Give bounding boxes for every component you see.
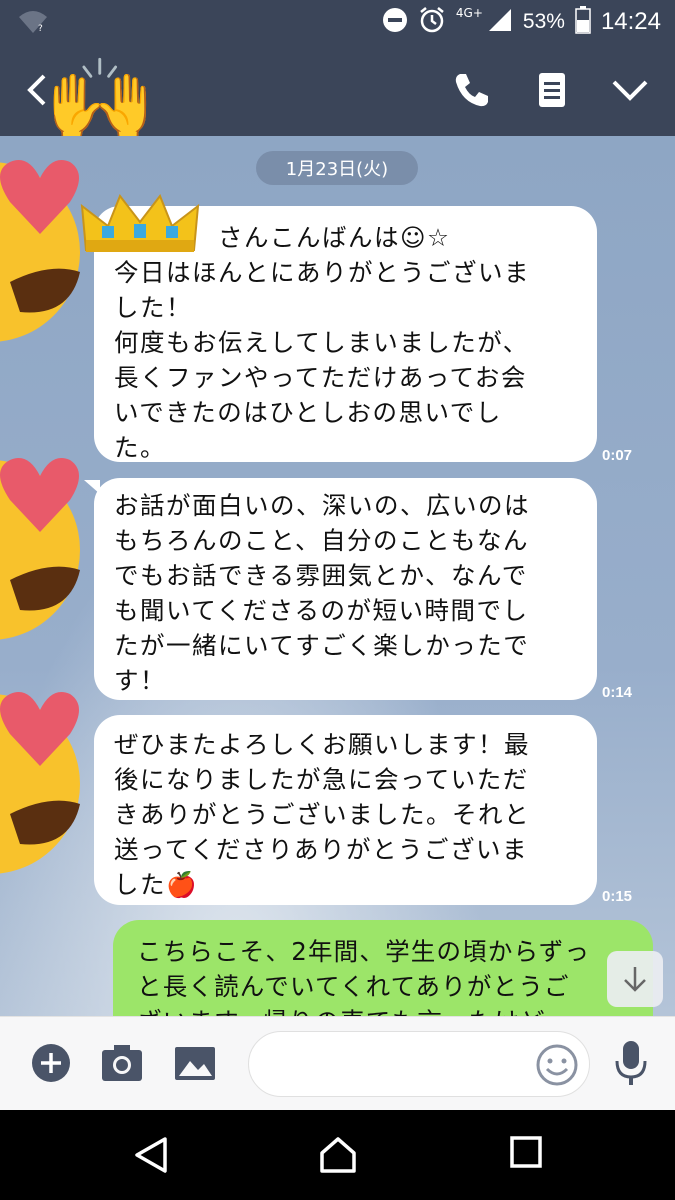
camera-icon[interactable] xyxy=(101,1043,143,1087)
signal-icon xyxy=(487,7,513,37)
microphone-icon[interactable] xyxy=(614,1039,648,1091)
emoji-icon[interactable] xyxy=(535,1043,579,1091)
crown-sticker xyxy=(80,188,200,258)
wifi-icon: ? xyxy=(18,0,48,44)
network-label: 4G+ xyxy=(455,6,483,20)
battery-icon xyxy=(575,6,591,38)
notes-icon[interactable] xyxy=(532,70,572,110)
image-icon[interactable] xyxy=(174,1043,216,1087)
message-text: お話が面白いの、深いの、広いのは もちろんのこと、自分のこともなん でもお話でき… xyxy=(114,491,530,695)
chat-area[interactable]: 1月23日(火) さんこんばんは☺☆ 今日はほんとにありがとうございま した！ … xyxy=(0,136,675,1016)
scroll-down-button[interactable] xyxy=(607,951,663,1007)
message-time: 0:07 xyxy=(602,447,633,464)
received-message-bubble[interactable]: ぜひまたよろしくお願いします！最 後になりましたが急に会っていただ きありがとう… xyxy=(94,715,597,905)
add-icon[interactable] xyxy=(31,1043,71,1087)
message-time: 0:15 xyxy=(602,888,633,905)
chat-header: 🙌 xyxy=(0,44,675,156)
home-icon[interactable] xyxy=(318,1135,358,1179)
message-time: 0:14 xyxy=(602,684,633,701)
heart-eyes-emoji-avatar[interactable] xyxy=(0,142,80,352)
alarm-icon xyxy=(418,6,446,38)
sent-message-bubble[interactable]: こちらこそ、2年間、学生の頃からずっ と長く読んでいてくれてありがとうご ざいま… xyxy=(113,920,653,1016)
message-input-bar xyxy=(0,1016,675,1111)
date-badge: 1月23日(火) xyxy=(256,151,418,185)
recents-icon[interactable] xyxy=(509,1135,543,1173)
svg-text:?: ? xyxy=(38,24,43,34)
do-not-disturb-icon xyxy=(382,7,408,37)
clock: 14:24 xyxy=(600,8,661,35)
phone-icon[interactable] xyxy=(452,70,492,110)
arrow-down-icon xyxy=(624,967,646,992)
received-message-bubble[interactable]: お話が面白いの、深いの、広いのは もちろんのこと、自分のこともなん でもお話でき… xyxy=(94,478,597,700)
battery-percent: 53% xyxy=(522,10,565,33)
message-text: ぜひまたよろしくお願いします！最 後になりましたが急に会っていただ きありがとう… xyxy=(114,730,530,899)
chevron-down-icon[interactable] xyxy=(610,70,650,110)
heart-eyes-emoji-avatar[interactable] xyxy=(0,440,80,650)
status-bar: ? 4G+ 53% 14:24 xyxy=(0,0,675,44)
heart-eyes-emoji-avatar[interactable] xyxy=(0,674,80,884)
message-text: こちらこそ、2年間、学生の頃からずっ と長く読んでいてくれてありがとうご ざいま… xyxy=(137,937,591,1016)
system-nav-bar xyxy=(0,1110,675,1200)
message-input[interactable] xyxy=(248,1031,590,1097)
back-triangle-icon[interactable] xyxy=(131,1135,171,1179)
